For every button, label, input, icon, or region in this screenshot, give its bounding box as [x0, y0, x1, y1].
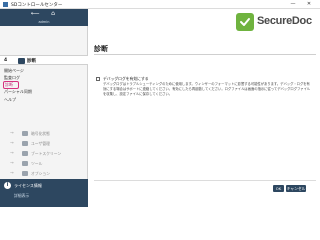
step-boot-screen[interactable]: → ブートスクリーン	[0, 149, 88, 158]
home-icon[interactable]: ⌂	[48, 10, 58, 18]
title-divider	[94, 54, 316, 55]
window-title: SDコントロールセンター	[11, 3, 63, 8]
step-label: ツール	[31, 161, 43, 166]
back-arrow-icon[interactable]: ⟵	[30, 10, 40, 18]
description-text: デバッグログはトラブルシューティングのために使用します。ウィンザーのフォーマット…	[103, 82, 311, 96]
title-bar: SDコントロールセンター — ✕	[0, 0, 320, 9]
info-icon: i	[4, 182, 11, 189]
arrow-right-icon: →	[10, 141, 14, 146]
license-title: ライセンス情報	[14, 183, 42, 188]
brand-name: SecureDoc	[257, 15, 312, 27]
section-number: 4	[4, 58, 8, 63]
monitor-icon	[22, 151, 28, 156]
step-label: ブートスクリーン	[31, 151, 62, 156]
step-options[interactable]: → オプション	[0, 169, 88, 178]
section-label: 診断	[27, 59, 36, 64]
arrow-right-icon: →	[10, 171, 14, 176]
sidebar-item-audit-log[interactable]: 監査ログ	[4, 75, 64, 81]
user-name: admin	[38, 20, 50, 24]
step-label: ユーザ管理	[31, 141, 50, 146]
wrench-icon	[22, 161, 28, 166]
section-icon	[18, 58, 25, 64]
arrow-right-icon: →	[10, 161, 14, 166]
step-label: オプション	[31, 171, 50, 176]
user-icon	[22, 141, 28, 146]
step-encryption-status[interactable]: → 暗号化状態	[0, 129, 88, 138]
sidebar-item-help[interactable]: ヘルプ	[4, 97, 64, 103]
securedoc-logo: SecureDoc	[236, 12, 316, 32]
minimize-button[interactable]: —	[288, 1, 298, 8]
step-user-management[interactable]: → ユーザ管理	[0, 139, 88, 148]
page-title: 診断	[94, 45, 108, 53]
footer-divider	[94, 180, 316, 181]
step-tools[interactable]: → ツール	[0, 159, 88, 168]
app-icon	[3, 2, 8, 7]
sidebar-item-diagnostics[interactable]: 診断	[3, 81, 19, 89]
sidebar-item-partial-sync[interactable]: パーシャル同期	[4, 89, 64, 95]
section-header-diagnostics[interactable]: 4 診断	[0, 55, 88, 65]
step-label: 暗号化状態	[31, 131, 50, 136]
gear-icon	[22, 171, 28, 176]
arrow-right-icon: →	[10, 131, 14, 136]
debug-log-checkbox[interactable]	[96, 77, 100, 81]
license-panel: i ライセンス情報 詳細表示	[0, 179, 88, 207]
encryption-icon	[22, 131, 28, 136]
cancel-button[interactable]: キャンセル	[286, 185, 306, 192]
license-details-link[interactable]: 詳細表示	[14, 193, 29, 199]
logo-badge-icon	[236, 13, 254, 31]
sidebar-item-start-page[interactable]: 開始ページ	[4, 68, 64, 74]
nav-bar: ⟵ ⌂ admin	[0, 9, 88, 26]
sidebar: ⟵ ⌂ admin 4 診断 開始ページ 監査ログ 診断 パーシャル同期 ヘルプ…	[0, 9, 88, 207]
arrow-right-icon: →	[10, 151, 14, 156]
close-button[interactable]: ✕	[304, 1, 314, 8]
ok-button[interactable]: OK	[273, 185, 284, 192]
